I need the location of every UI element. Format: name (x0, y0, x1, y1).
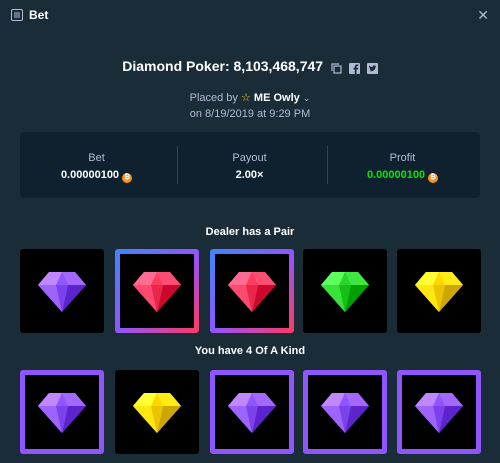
bitcoin-icon: ₿ (428, 173, 439, 183)
twitter-icon[interactable] (366, 63, 378, 75)
window-header: Bet ✕ (0, 0, 500, 30)
stat-bet: Bet 0.00000100 ₿ (20, 132, 173, 198)
dealer-hand-label: Dealer has a Pair (205, 226, 295, 238)
profit-value-line: 0.00000100 ₿ (326, 169, 479, 183)
gem-card-red (115, 249, 199, 333)
bet-icon (11, 9, 23, 21)
gem-card-purple (303, 370, 387, 454)
game-name: Diamond Poker: (122, 58, 230, 74)
placed-info: Placed by ☆ ME Owly ⌄ on 8/19/2019 at 9:… (0, 90, 500, 122)
profit-value: 0.00000100 (366, 169, 426, 181)
gem-card-yellow (115, 370, 199, 454)
placed-prefix: Placed by (189, 92, 238, 104)
bet-value-line: 0.00000100 ₿ (20, 169, 173, 183)
social-icons (331, 59, 378, 75)
gem-purple-icon (38, 393, 86, 433)
gem-purple-icon (228, 393, 276, 433)
placed-by-line: Placed by ☆ ME Owly ⌄ (0, 90, 500, 106)
player-hand-label: You have 4 Of A Kind (194, 345, 306, 357)
window-title: Bet (29, 8, 49, 22)
chevron-down-icon[interactable]: ⌄ (303, 93, 311, 103)
payout-label: Payout (232, 152, 267, 164)
gem-card-purple (397, 370, 481, 454)
stat-payout: Payout 2.00× (173, 132, 326, 198)
bet-heading: Diamond Poker: 8,103,468,747 (0, 58, 500, 75)
gem-purple-icon (321, 393, 369, 433)
stat-profit: Profit 0.00000100 ₿ (326, 132, 479, 198)
gem-card-red (210, 249, 294, 333)
gem-purple-icon (38, 272, 86, 312)
gem-red-icon (133, 272, 181, 312)
copy-icon[interactable] (331, 63, 342, 74)
gem-purple-icon (415, 393, 463, 433)
bet-id: 8,103,468,747 (233, 58, 324, 74)
gem-card-yellow (397, 249, 481, 333)
facebook-icon[interactable] (348, 63, 360, 75)
star-icon: ☆ (240, 92, 251, 104)
gem-card-purple (210, 370, 294, 454)
bitcoin-icon: ₿ (122, 173, 133, 183)
gem-card-green (303, 249, 387, 333)
bet-value: 0.00000100 (60, 169, 120, 181)
placed-date: on 8/19/2019 at 9:29 PM (189, 108, 311, 120)
close-icon[interactable]: ✕ (477, 7, 489, 24)
stats-panel: Bet 0.00000100 ₿ Payout 2.00× Profit 0.00… (20, 132, 480, 198)
gem-yellow-icon (133, 393, 181, 433)
gem-card-purple (20, 370, 104, 454)
gem-yellow-icon (415, 272, 463, 312)
gem-green-icon (321, 272, 369, 312)
username-link[interactable]: ME Owly (254, 92, 300, 104)
gem-red-icon (228, 272, 276, 312)
profit-label: Profit (389, 152, 416, 164)
bet-label: Bet (88, 152, 105, 164)
gem-card-purple (20, 249, 104, 333)
payout-value: 2.00× (235, 169, 264, 181)
